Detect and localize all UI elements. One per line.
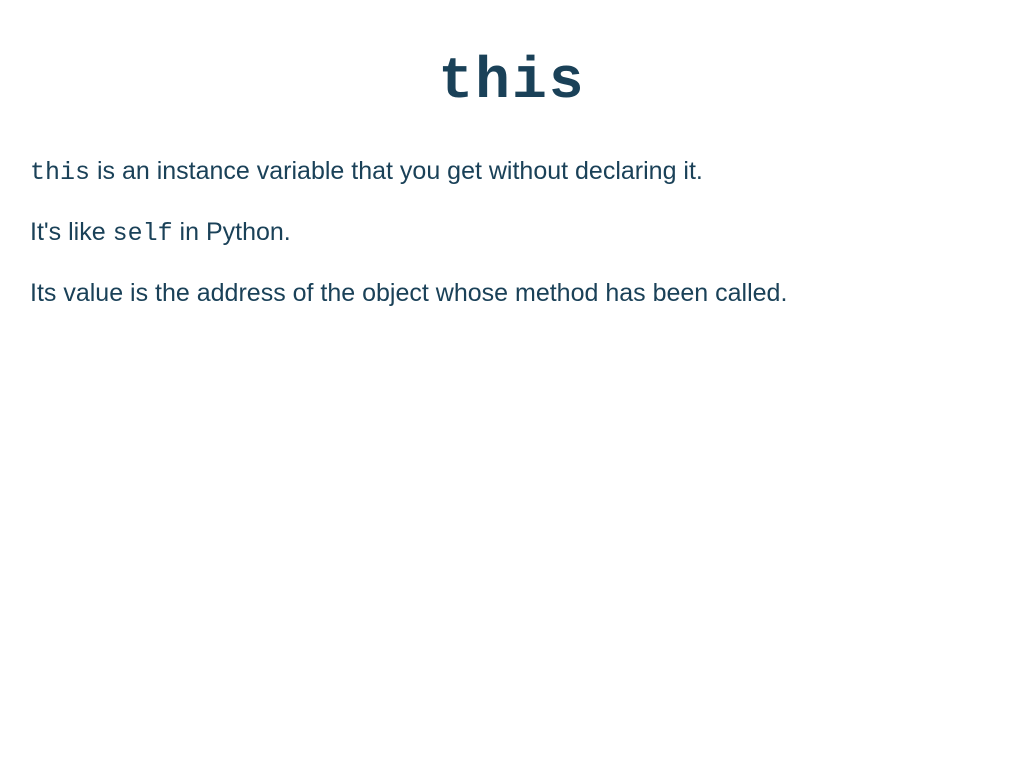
code-self: self bbox=[113, 219, 173, 248]
slide: this this is an instance variable that y… bbox=[0, 0, 1024, 768]
paragraph-3: Its value is the address of the object w… bbox=[30, 277, 994, 311]
code-this: this bbox=[30, 158, 90, 187]
slide-title: this bbox=[30, 50, 994, 115]
paragraph-2: It's like self in Python. bbox=[30, 216, 994, 251]
paragraph-2-prefix: It's like bbox=[30, 218, 113, 246]
paragraph-1-text: is an instance variable that you get wit… bbox=[90, 157, 703, 185]
paragraph-2-suffix: in Python. bbox=[173, 218, 291, 246]
paragraph-1: this is an instance variable that you ge… bbox=[30, 155, 994, 190]
